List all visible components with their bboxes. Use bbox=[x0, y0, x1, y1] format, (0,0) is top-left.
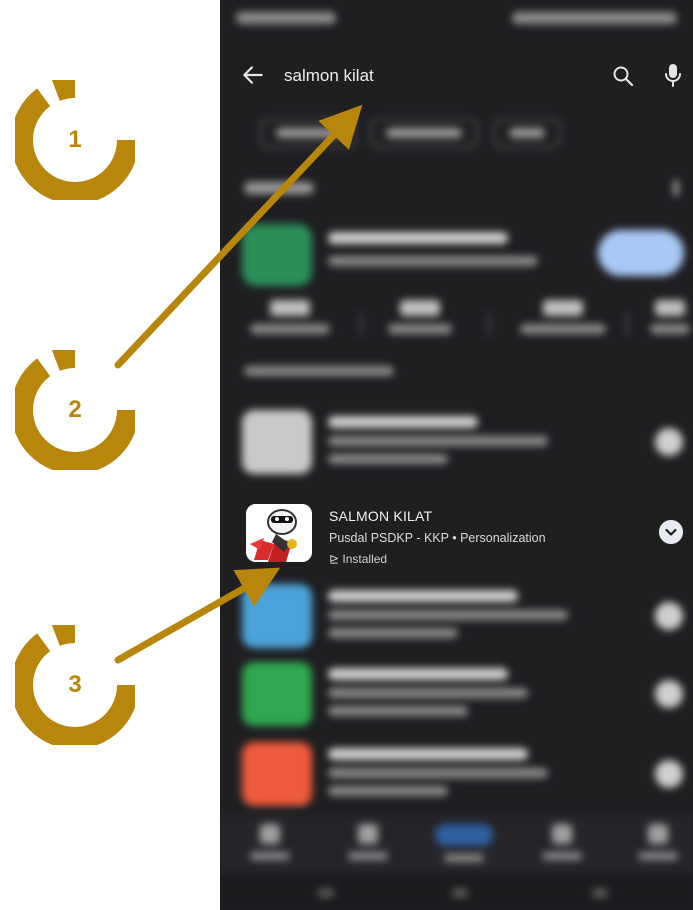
ad-stat bbox=[388, 300, 452, 344]
annotation-marker-1: 1 bbox=[11, 76, 139, 204]
app-icon[interactable] bbox=[246, 504, 312, 562]
annotation-marker-2: 2 bbox=[11, 346, 139, 474]
separator-dot: • bbox=[448, 531, 461, 545]
home-button bbox=[452, 888, 468, 898]
ad-stat bbox=[650, 300, 690, 344]
annotation-marker-3: 3 bbox=[11, 621, 139, 749]
install-button bbox=[598, 230, 684, 276]
annotation-number: 3 bbox=[68, 671, 82, 698]
app-title bbox=[328, 416, 478, 428]
back-arrow-icon[interactable] bbox=[240, 62, 266, 88]
app-title bbox=[328, 590, 518, 602]
app-title: SALMON KILAT bbox=[329, 508, 433, 524]
expand-icon bbox=[655, 428, 683, 456]
expand-icon bbox=[655, 602, 683, 630]
annotation-number: 2 bbox=[68, 396, 82, 423]
status-bar bbox=[220, 0, 693, 40]
nav-search bbox=[434, 824, 494, 872]
microphone-icon[interactable] bbox=[661, 62, 685, 88]
more-options-icon bbox=[673, 180, 679, 196]
app-meta bbox=[328, 628, 458, 638]
search-icon[interactable] bbox=[611, 64, 635, 88]
section-heading bbox=[244, 366, 394, 376]
nav-apps bbox=[338, 824, 398, 872]
divider bbox=[488, 312, 490, 336]
app-title bbox=[328, 748, 528, 760]
app-icon bbox=[242, 742, 312, 806]
nav-games bbox=[240, 824, 300, 872]
salmon-kilat-logo bbox=[246, 504, 312, 562]
app-category: Personalization bbox=[460, 531, 546, 545]
filter-chip[interactable] bbox=[260, 118, 356, 148]
section-heading bbox=[244, 182, 314, 194]
filter-chip[interactable] bbox=[492, 118, 561, 148]
app-developer-line: Pusdal PSDKP - KKP • Personalization bbox=[329, 531, 546, 545]
app-meta bbox=[328, 454, 448, 464]
nav-offers bbox=[532, 824, 592, 872]
phone-screen: salmon kilat SALMON KILAT Pusdal PSDKP -… bbox=[220, 0, 693, 910]
app-meta bbox=[328, 706, 468, 716]
recents-button bbox=[318, 888, 334, 898]
back-button bbox=[592, 888, 608, 898]
search-bar[interactable]: salmon kilat bbox=[220, 52, 693, 102]
search-query[interactable]: salmon kilat bbox=[284, 66, 374, 86]
app-developer bbox=[328, 436, 548, 446]
filter-chip[interactable] bbox=[370, 118, 479, 148]
install-status: ⊵ Installed bbox=[329, 552, 387, 566]
filter-chips bbox=[260, 118, 571, 148]
annotation-number: 1 bbox=[68, 126, 82, 153]
nav-books bbox=[628, 824, 688, 872]
app-icon bbox=[242, 662, 312, 726]
expand-icon bbox=[655, 680, 683, 708]
install-status-label: Installed bbox=[342, 552, 388, 566]
chevron-down-icon[interactable] bbox=[659, 520, 683, 544]
status-icons bbox=[512, 12, 677, 24]
divider bbox=[360, 312, 362, 336]
app-developer: Pusdal PSDKP - KKP bbox=[329, 531, 449, 545]
app-developer bbox=[328, 768, 548, 778]
app-icon bbox=[242, 410, 312, 474]
app-title bbox=[328, 668, 508, 680]
divider bbox=[626, 312, 628, 336]
status-time bbox=[236, 12, 336, 24]
app-developer bbox=[328, 610, 568, 620]
ad-app-icon bbox=[242, 224, 312, 286]
app-icon bbox=[242, 584, 312, 648]
list-item bbox=[220, 410, 693, 500]
ad-app-developer bbox=[328, 256, 538, 266]
system-navigation-bar bbox=[220, 876, 693, 910]
app-developer bbox=[328, 688, 528, 698]
ad-stat bbox=[520, 300, 606, 344]
ad-app-title bbox=[328, 232, 508, 244]
bottom-navigation bbox=[220, 814, 693, 876]
ad-stat bbox=[250, 300, 330, 344]
list-item bbox=[220, 662, 693, 752]
list-item[interactable]: SALMON KILAT Pusdal PSDKP - KKP • Person… bbox=[220, 500, 693, 576]
installed-icon: ⊵ bbox=[329, 552, 343, 566]
app-meta bbox=[328, 786, 448, 796]
expand-icon bbox=[655, 760, 683, 788]
list-item bbox=[220, 584, 693, 674]
